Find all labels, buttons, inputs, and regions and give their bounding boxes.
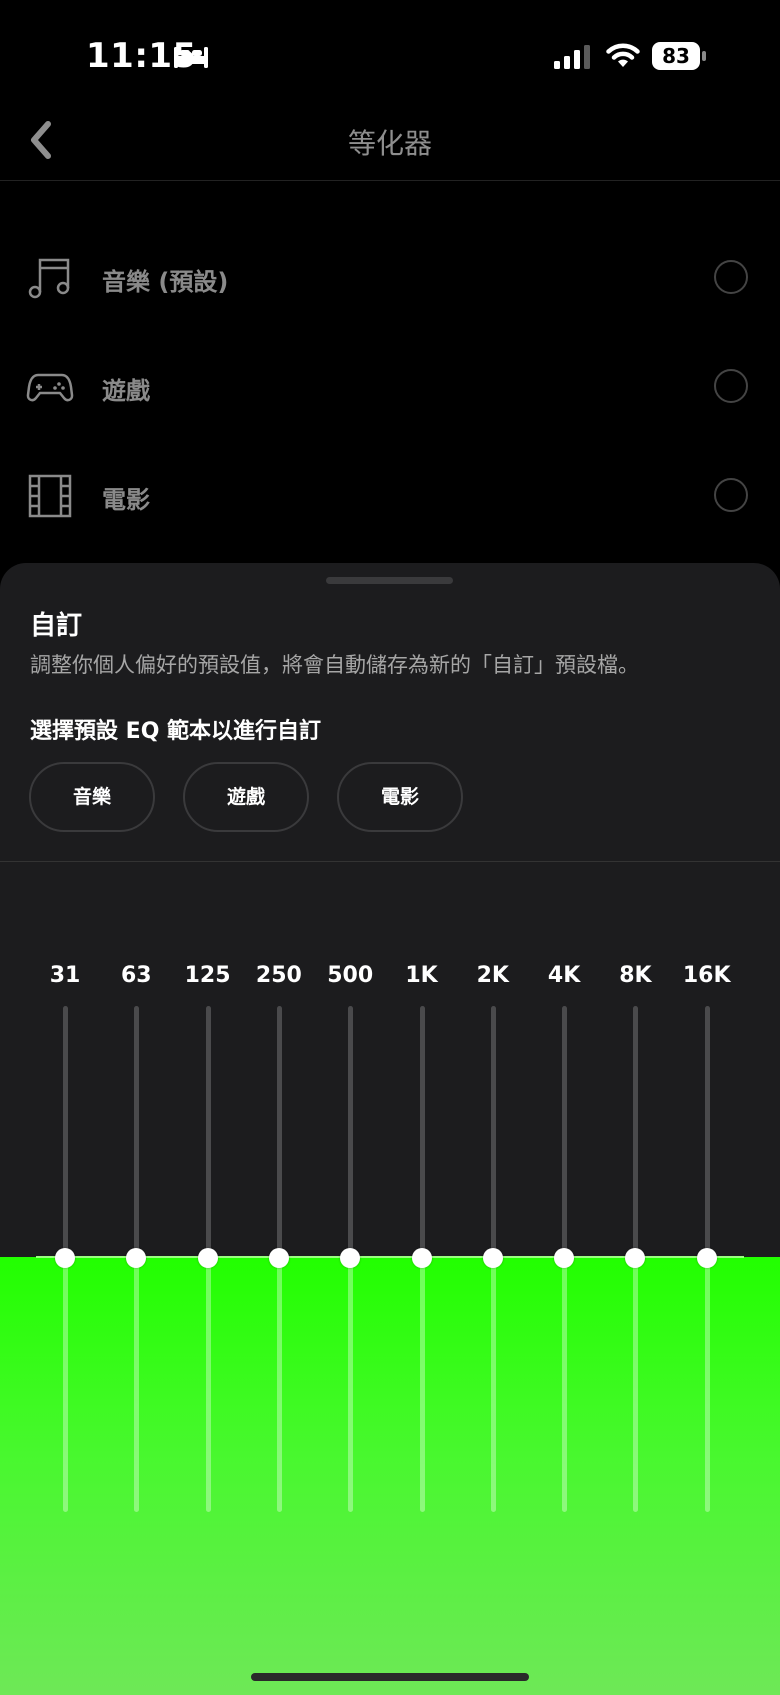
eq-slider-thumb[interactable]: [197, 1248, 218, 1268]
navigation-bar: 等化器: [0, 100, 780, 181]
preset-radio[interactable]: [714, 369, 748, 403]
preset-radio[interactable]: [714, 478, 748, 512]
film-icon: [28, 474, 72, 518]
eq-band-label: 63: [120, 963, 152, 988]
eq-slider-thumb[interactable]: [482, 1248, 503, 1268]
eq-band-label: 8K: [619, 963, 652, 988]
eq-band-label: 4K: [547, 963, 581, 988]
eq-band-label: 500: [327, 963, 374, 988]
preset-row-music[interactable]: 音樂 (預設): [0, 229, 780, 329]
status-bar: 11:15 83: [0, 0, 780, 110]
page-title: 等化器: [347, 127, 432, 160]
preset-row-game[interactable]: 遊戲: [0, 338, 780, 438]
eq-band-label: 1K: [405, 963, 438, 988]
eq-slider-thumb[interactable]: [268, 1248, 289, 1268]
gamepad-icon: [26, 373, 74, 402]
cellular-signal-icon: [554, 45, 590, 69]
equalizer: 31 63 125 250 500 1K 2K 4K 8K 16K: [0, 563, 780, 1695]
music-note-icon: [28, 258, 70, 299]
eq-slider-thumb[interactable]: [411, 1248, 432, 1268]
eq-curve-fill: [0, 1257, 780, 1695]
preset-radio[interactable]: [714, 260, 748, 294]
eq-slider-thumb[interactable]: [554, 1248, 575, 1268]
custom-eq-sheet: 自訂 調整你個人偏好的預設值，將會自動儲存為新的「自訂」預設檔。 選擇預設 EQ…: [0, 563, 780, 1695]
preset-row-movie[interactable]: 電影: [0, 447, 780, 547]
battery-level: 83: [652, 42, 700, 70]
battery-icon: 83: [652, 42, 706, 70]
preset-label: 遊戲: [102, 377, 150, 405]
battery-cap: [702, 51, 706, 61]
eq-band-label: 125: [184, 963, 231, 988]
home-indicator: [251, 1673, 529, 1681]
eq-band-label: 31: [49, 963, 81, 988]
eq-band-label: 2K: [476, 963, 509, 988]
preset-label: 音樂 (預設): [102, 268, 229, 296]
eq-band-label: 250: [255, 963, 302, 988]
bed-icon: [174, 47, 208, 68]
eq-slider-thumb[interactable]: [55, 1248, 75, 1268]
wifi-icon: [606, 43, 640, 67]
preset-label: 電影: [102, 486, 150, 514]
eq-slider-thumb[interactable]: [696, 1248, 717, 1268]
eq-band-label: 16K: [682, 963, 731, 988]
